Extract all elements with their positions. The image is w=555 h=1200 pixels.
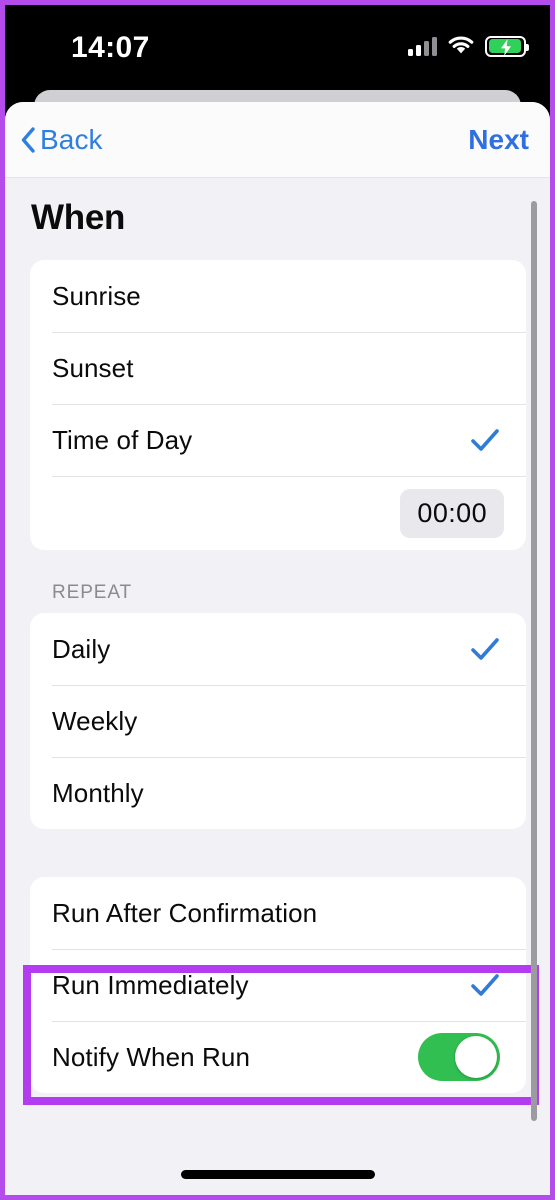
trigger-option-time-of-day[interactable]: Time of Day: [30, 404, 526, 476]
battery-charging-icon: [485, 35, 529, 57]
repeat-section-header: REPEAT: [52, 582, 133, 603]
trigger-option-sunset[interactable]: Sunset: [30, 332, 526, 404]
cellular-signal-icon: [408, 36, 437, 56]
automation-sheet: Back Next When Sunrise Sunset Time of Da…: [5, 102, 550, 1195]
toggle-knob: [455, 1036, 497, 1078]
checkmark-icon: [470, 972, 500, 998]
page-title: When: [31, 198, 126, 237]
run-options-card: Run After Confirmation Run Immediately N…: [30, 877, 526, 1093]
next-button[interactable]: Next: [468, 102, 529, 177]
time-of-day-value-row[interactable]: 00:00: [30, 476, 526, 550]
checkmark-icon: [470, 427, 500, 453]
row-label: Monthly: [52, 777, 144, 808]
repeat-options-card: Daily Weekly Monthly: [30, 613, 526, 829]
chevron-left-icon: [20, 126, 36, 154]
status-bar: 14:07: [5, 5, 550, 93]
row-label: Run After Confirmation: [52, 897, 318, 928]
status-bar-time: 14:07: [71, 31, 150, 64]
home-indicator: [180, 1170, 375, 1179]
notify-when-run-toggle[interactable]: [418, 1033, 500, 1081]
phone-screen: 14:07 Back Next When Sunrise Sunset Time…: [0, 0, 555, 1200]
checkmark-icon: [470, 636, 500, 662]
row-label: Sunset: [52, 352, 134, 383]
trigger-option-sunrise[interactable]: Sunrise: [30, 260, 526, 332]
run-option-immediately[interactable]: Run Immediately: [30, 949, 526, 1021]
repeat-option-weekly[interactable]: Weekly: [30, 685, 526, 757]
row-label: Notify When Run: [52, 1041, 251, 1072]
run-option-after-confirmation[interactable]: Run After Confirmation: [30, 877, 526, 949]
repeat-option-monthly[interactable]: Monthly: [30, 757, 526, 829]
status-bar-indicators: [408, 33, 529, 59]
repeat-option-daily[interactable]: Daily: [30, 613, 526, 685]
back-button[interactable]: Back: [20, 102, 103, 177]
row-label: Daily: [52, 633, 111, 664]
row-label: Run Immediately: [52, 969, 249, 1000]
time-picker-value[interactable]: 00:00: [400, 488, 504, 538]
trigger-options-card: Sunrise Sunset Time of Day 00:00: [30, 260, 526, 550]
vertical-scrollbar[interactable]: [531, 201, 537, 1121]
row-label: Sunrise: [52, 280, 141, 311]
row-label: Time of Day: [52, 424, 193, 455]
wifi-icon: [448, 36, 474, 56]
back-button-label: Back: [40, 123, 103, 155]
run-option-notify-when-run[interactable]: Notify When Run: [30, 1021, 526, 1093]
row-label: Weekly: [52, 705, 138, 736]
navigation-bar: Back Next: [5, 102, 550, 178]
